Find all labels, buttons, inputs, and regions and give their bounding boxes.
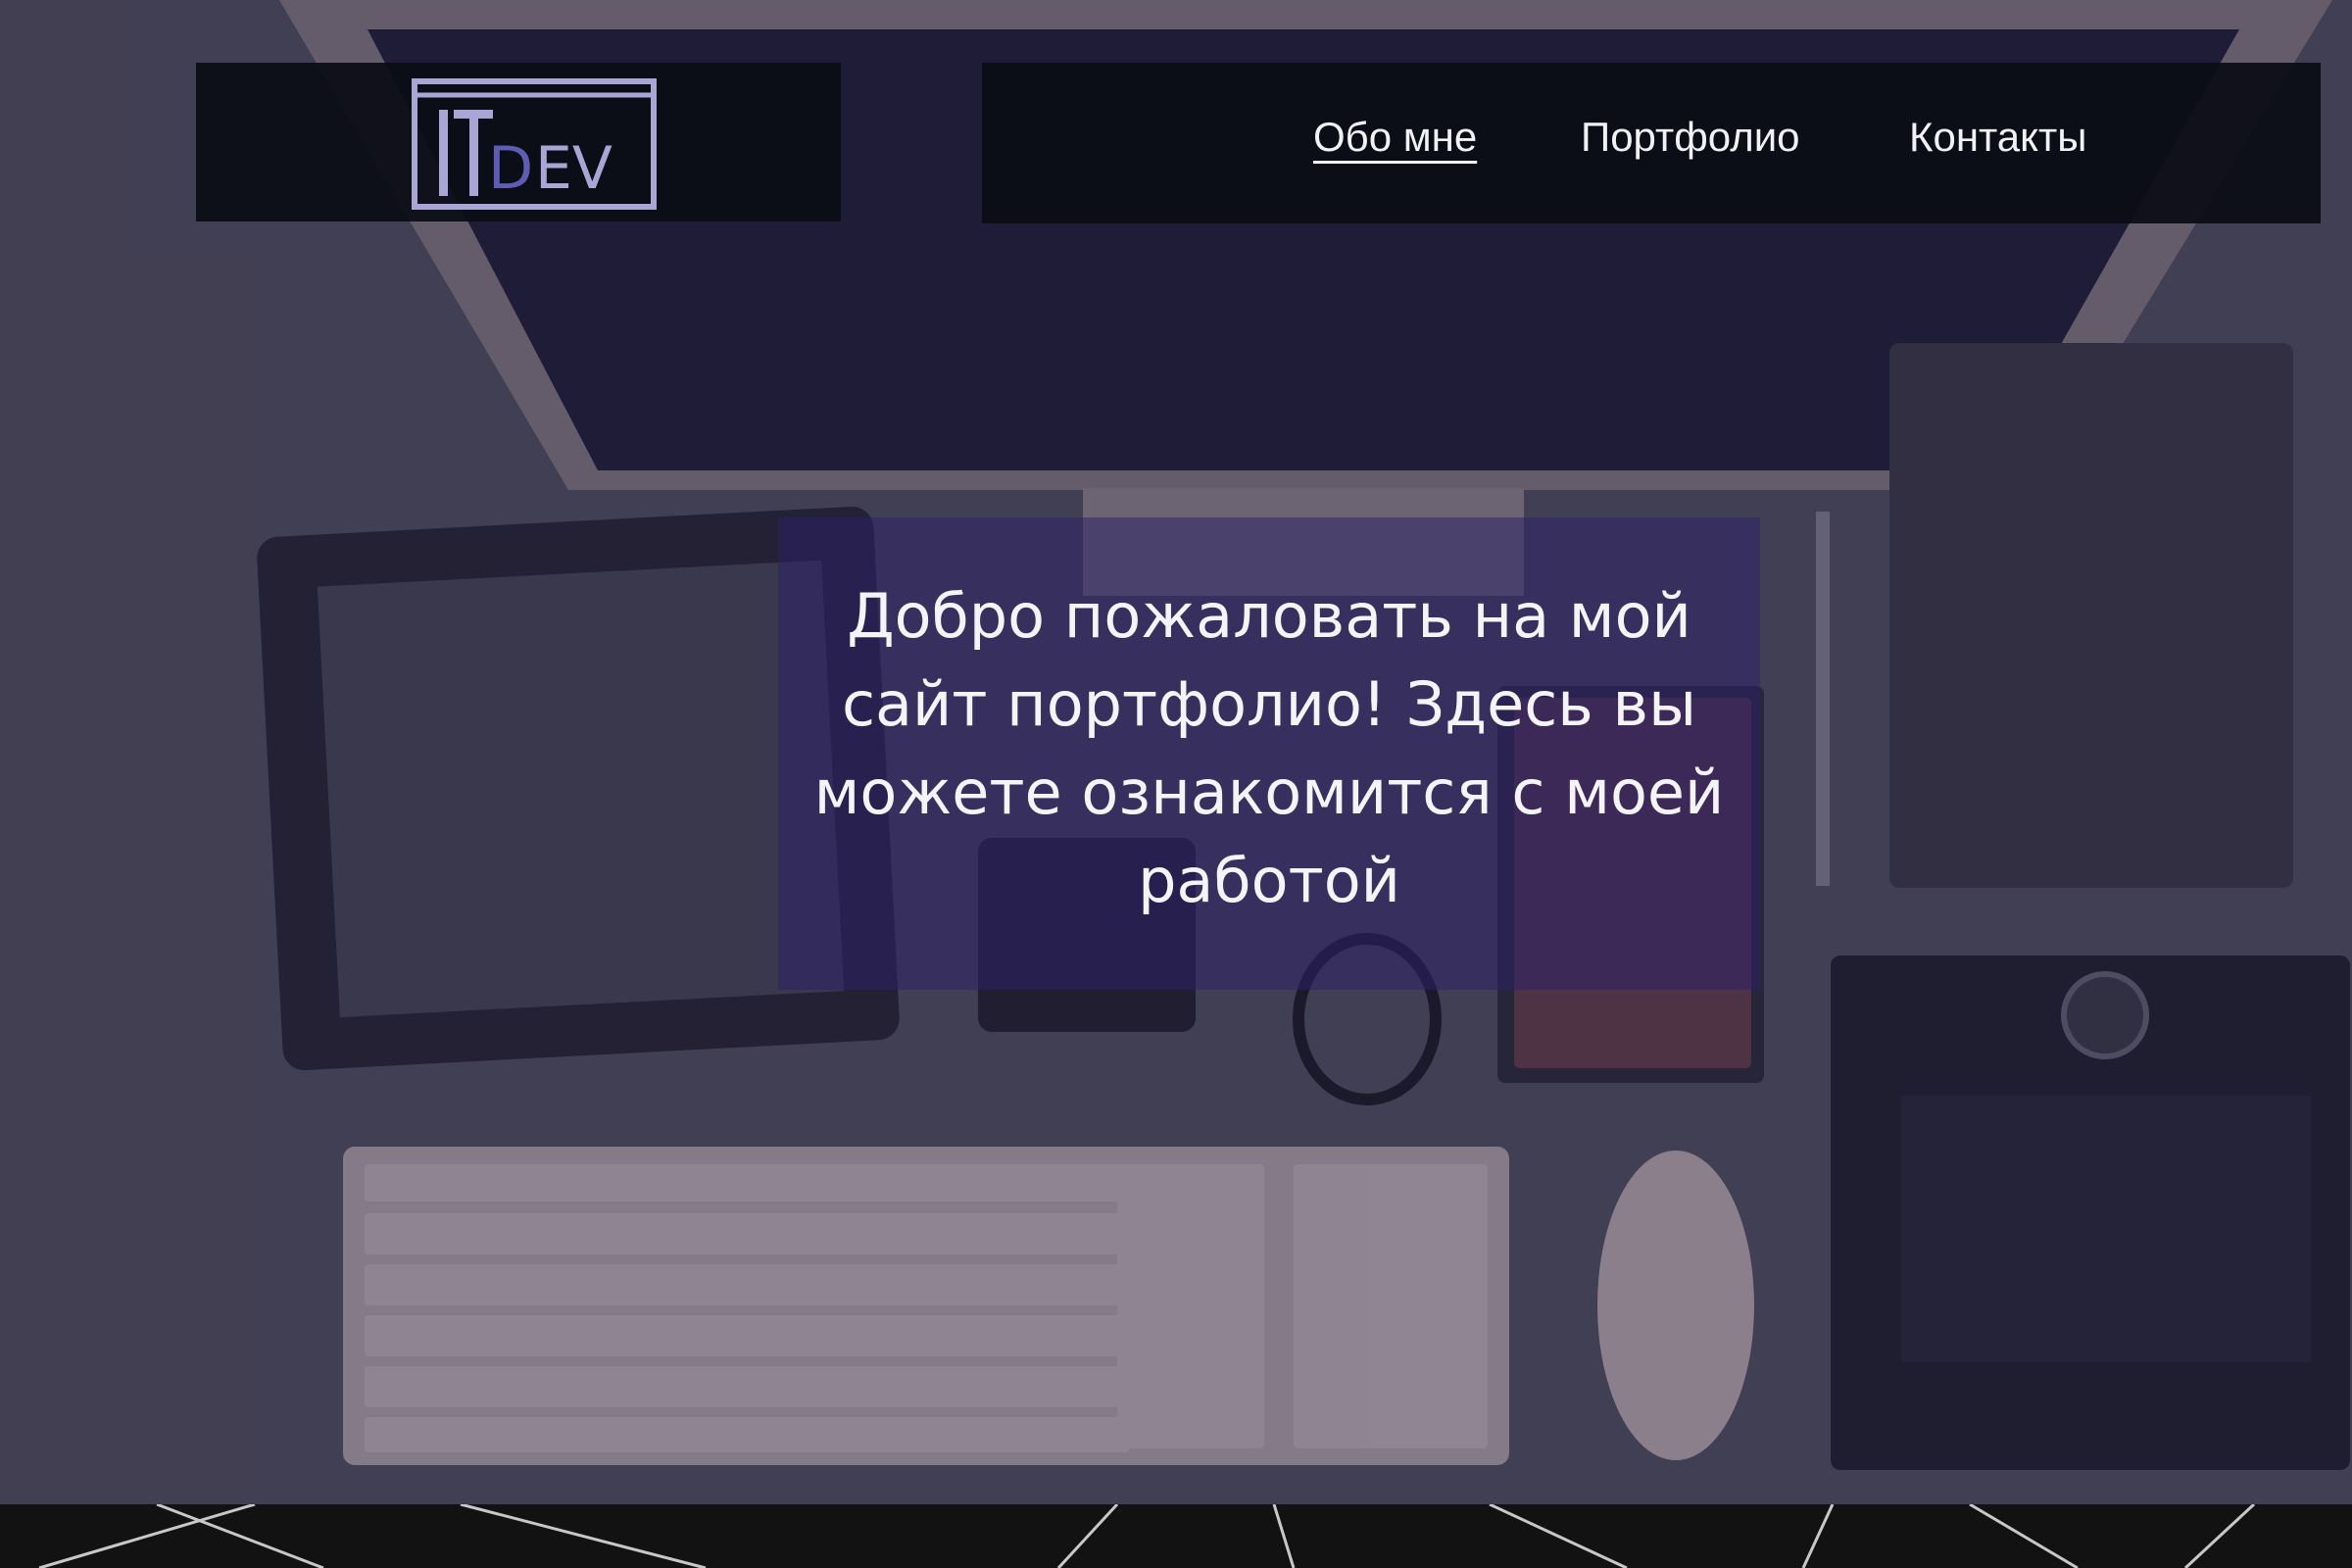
itdev-logo[interactable]: D EV [412, 78, 657, 210]
svg-text:D: D [488, 134, 533, 203]
nav-link-portfolio[interactable]: Портфолио [1581, 110, 1800, 165]
geometric-lines-pattern [38, 1504, 2256, 1568]
welcome-heading: Добро пожаловать на мой сайт портфолио! … [813, 580, 1725, 916]
main-navigation: Обо мне Портфолио Контакты [982, 63, 2321, 223]
nav-link-about[interactable]: Обо мне [1313, 110, 1477, 165]
nav-link-contacts[interactable]: Контакты [1909, 110, 2086, 165]
bottom-pattern-strip [0, 1504, 2352, 1568]
welcome-panel: Добро пожаловать на мой сайт портфолио! … [778, 517, 1760, 990]
logo-panel: D EV [196, 63, 841, 221]
svg-text:EV: EV [535, 134, 612, 203]
